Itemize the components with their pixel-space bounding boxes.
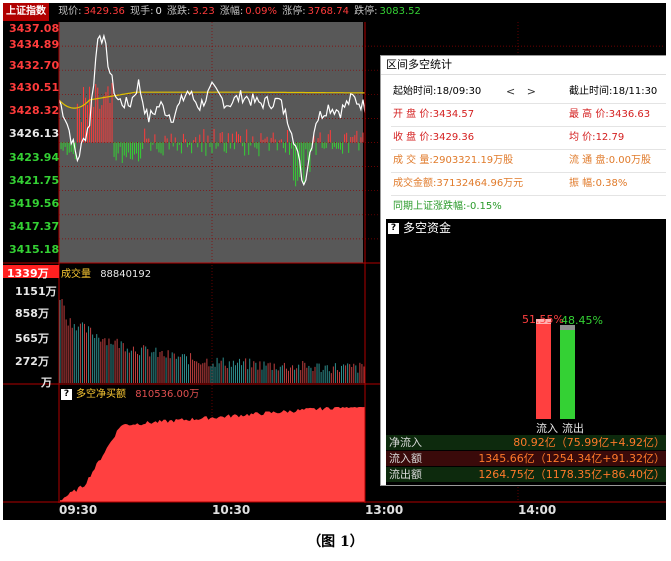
float-value: 0.00万股 bbox=[608, 155, 651, 166]
open-label: 开 盘 价: bbox=[393, 109, 433, 120]
open-value: 3434.57 bbox=[432, 109, 475, 120]
funds-header: ? 多空资金 bbox=[388, 219, 451, 237]
volume-tick-0: 1151万 bbox=[15, 285, 57, 298]
net-buy-area bbox=[60, 407, 365, 502]
volume-tick-2: 565万 bbox=[15, 332, 49, 345]
stats-row-close-avg: 收 盘 价:3429.36 均 价:12.79 bbox=[391, 127, 666, 150]
stats-grid: 起始时间:18/09:30 < > 截止时间:18/11:30 开 盘 价:34… bbox=[391, 81, 666, 218]
period-label: 同期上证涨跌幅: bbox=[393, 201, 467, 212]
amp-label: 振 幅: bbox=[569, 178, 596, 189]
fund-row-net-value: 80.92亿（75.99亿+4.92亿） bbox=[513, 436, 665, 449]
avg-label: 均 价: bbox=[569, 132, 596, 143]
range-stats-panel[interactable]: 区间多空统计 起始时间:18/09:30 < > 截止时间:18/11:30 开… bbox=[380, 55, 666, 486]
stats-row-volume-float: 成 交 量:2903321.19万股 流 通 盘:0.00万股 bbox=[391, 150, 666, 173]
time-label-1400: 14:00 bbox=[518, 503, 557, 517]
stats-row-time: 起始时间:18/09:30 < > 截止时间:18/11:30 bbox=[391, 81, 666, 104]
fund-row-in-value: 1345.66亿（1254.34亿+91.32亿） bbox=[478, 452, 665, 465]
turnover-label: 成 交 量: bbox=[393, 155, 433, 166]
funds-help-icon[interactable]: ? bbox=[388, 223, 399, 234]
fund-row-net-label: 净流入 bbox=[389, 436, 422, 449]
amp-value: 0.38% bbox=[595, 178, 628, 189]
price-tick-1: 3434.89 bbox=[9, 38, 60, 51]
time-label-1300: 13:00 bbox=[365, 503, 404, 517]
net-buy-title: 多空净买额 bbox=[76, 389, 126, 400]
close-value: 3429.36 bbox=[432, 132, 475, 143]
volume-value: 88840192 bbox=[100, 269, 152, 280]
price-tick-0: 3437.08 bbox=[9, 22, 60, 35]
time-label-1030: 10:30 bbox=[212, 503, 251, 517]
chart-screen: 上证指数 现价: 3429.36 现手: 0 涨跌: 3.23 涨幅: 0.09% 涨停… bbox=[3, 3, 666, 520]
stats-row-amount-amp: 成交金额:37132464.96万元 振 幅:0.38% bbox=[391, 173, 666, 196]
fund-row-out-value: 1264.75亿（1178.35亿+86.40亿） bbox=[478, 468, 665, 481]
end-value: 18/11:30 bbox=[612, 86, 658, 97]
price-tick-9: 3417.37 bbox=[9, 220, 60, 233]
price-tick-7: 3421.75 bbox=[9, 174, 60, 187]
close-label: 收 盘 价: bbox=[393, 132, 433, 143]
price-tick-5: 3426.13 bbox=[9, 127, 60, 140]
figure-caption: （图 1） bbox=[307, 534, 364, 550]
net-buy-header: ? 多空净买额 810536.00万 bbox=[61, 385, 199, 400]
outflow-bar bbox=[560, 325, 575, 419]
fund-row-in: 流入额 1345.66亿（1254.34亿+91.32亿） bbox=[386, 451, 666, 466]
volume-tick-1: 858万 bbox=[15, 307, 49, 320]
time-label-0930: 09:30 bbox=[59, 503, 98, 517]
price-tick-3: 3430.51 bbox=[9, 81, 60, 94]
help-icon[interactable]: ? bbox=[61, 388, 72, 400]
volume-title: 成交量 bbox=[61, 269, 91, 280]
price-tick-4: 3428.32 bbox=[9, 104, 60, 117]
funds-title: 多空资金 bbox=[403, 221, 452, 235]
volume-highlight: 1339万 bbox=[7, 267, 49, 280]
avg-value: 12.79 bbox=[595, 132, 625, 143]
outflow-pct: 48.45% bbox=[561, 314, 603, 327]
amount-label: 成交金额: bbox=[393, 178, 437, 189]
volume-header: 成交量 88840192 bbox=[61, 265, 151, 280]
outflow-label: 流出 bbox=[562, 422, 584, 435]
inflow-label: 流入 bbox=[536, 422, 558, 435]
amount-value: 37132464.96万元 bbox=[436, 178, 524, 189]
start-label: 起始时间: bbox=[393, 86, 437, 97]
price-tick-6: 3423.94 bbox=[9, 151, 60, 164]
range-arrows[interactable]: < > bbox=[506, 81, 540, 103]
inflow-bar bbox=[536, 319, 551, 419]
turnover-value: 2903321.19万股 bbox=[432, 155, 514, 166]
price-tick-10: 3415.18 bbox=[9, 243, 60, 256]
float-label: 流 通 盘: bbox=[569, 155, 609, 166]
inflow-pct: 51.55% bbox=[522, 313, 564, 326]
fund-row-in-label: 流入额 bbox=[389, 452, 422, 465]
volume-tick-3: 272万 bbox=[15, 355, 49, 368]
fund-row-net: 净流入 80.92亿（75.99亿+4.92亿） bbox=[386, 435, 666, 450]
fund-row-out-label: 流出额 bbox=[389, 468, 422, 481]
end-label: 截止时间: bbox=[569, 86, 613, 97]
stats-row-open-high: 开 盘 价:3434.57 最 高 价:3436.63 bbox=[391, 104, 666, 127]
price-tick-2: 3432.70 bbox=[9, 59, 60, 72]
stats-row-period: 同期上证涨跌幅:-0.15% bbox=[391, 196, 666, 218]
net-buy-value: 810536.00万 bbox=[135, 389, 200, 400]
period-value: -0.15% bbox=[466, 201, 502, 212]
start-value: 18/09:30 bbox=[436, 86, 482, 97]
price-tick-8: 3419.56 bbox=[9, 197, 60, 210]
panel-title: 区间多空统计 bbox=[381, 56, 666, 75]
high-value: 3436.63 bbox=[608, 109, 651, 120]
high-label: 最 高 价: bbox=[569, 109, 609, 120]
funds-box: ? 多空资金 51.55% 48.45% 流入 流出 净流入 80.92亿（75.… bbox=[386, 219, 666, 485]
fund-row-out: 流出额 1264.75亿（1178.35亿+86.40亿） bbox=[386, 467, 666, 482]
volume-tick-4: 万 bbox=[41, 376, 52, 389]
